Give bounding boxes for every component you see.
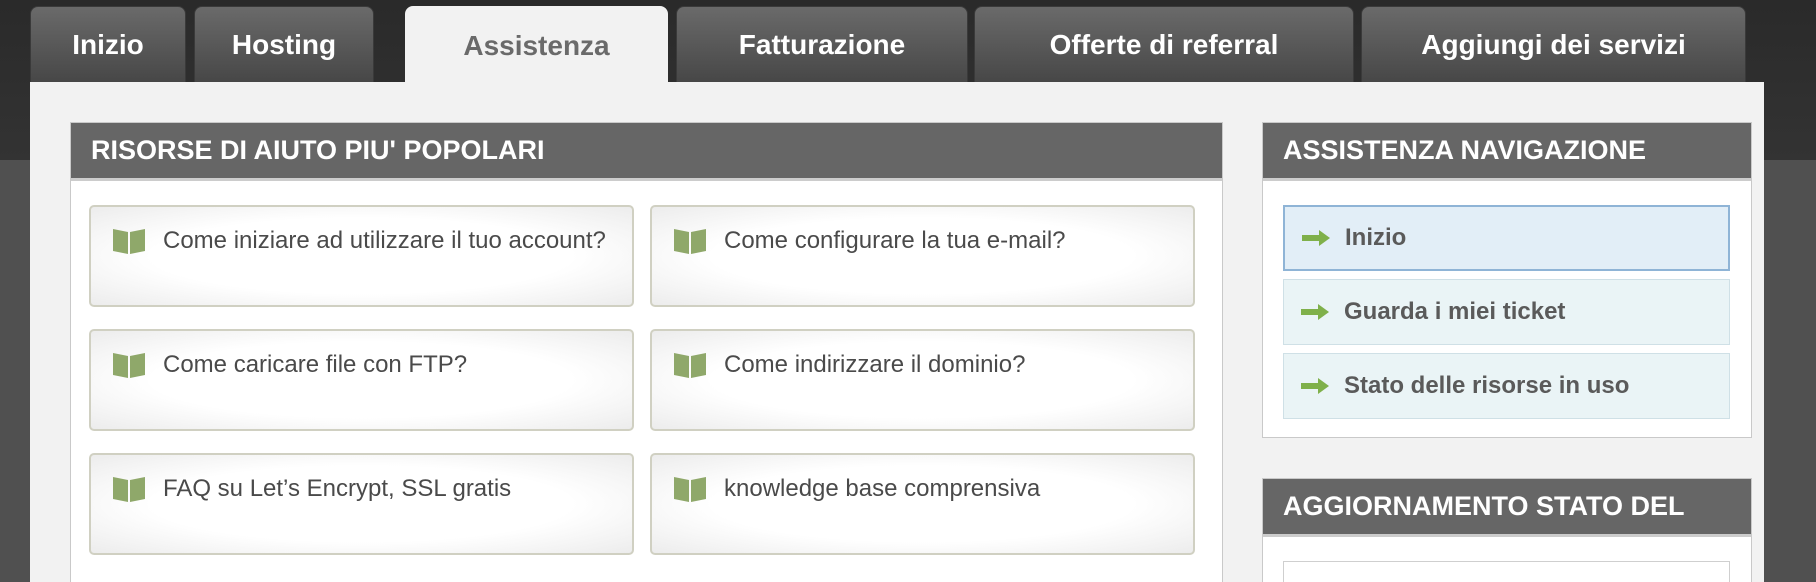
arrow-right-icon [1301,304,1329,320]
book-icon [113,477,145,502]
arrow-right-icon [1301,378,1329,394]
support-nav-home[interactable]: Inizio [1283,205,1730,271]
popular-resources-title: RISORSE DI AIUTO PIU' POPOLARI [71,123,1222,181]
tab-hosting[interactable]: Hosting [194,6,374,82]
resource-item[interactable]: Come configurare la tua e-mail? [650,205,1195,307]
support-nav-tickets[interactable]: Guarda i miei ticket [1283,279,1730,345]
tab-offerte-referral[interactable]: Offerte di referral [974,6,1354,82]
tab-fatturazione[interactable]: Fatturazione [676,6,968,82]
resource-item[interactable]: Come indirizzare il dominio? [650,329,1195,431]
tab-assistenza[interactable]: Assistenza [405,6,668,84]
content-panel: RISORSE DI AIUTO PIU' POPOLARI Come iniz… [30,82,1764,582]
resource-label: Come configurare la tua e-mail? [724,227,1066,254]
support-nav-label: Inizio [1345,224,1407,251]
support-nav-resource-status[interactable]: Stato delle risorse in uso [1283,353,1730,419]
support-nav-label: Stato delle risorse in uso [1344,372,1630,399]
status-update-title: AGGIORNAMENTO STATO DEL [1263,479,1751,537]
resource-label: FAQ su Let’s Encrypt, SSL gratis [163,475,512,502]
resource-label: Come iniziare ad utilizzare il tuo accou… [163,227,606,254]
book-icon [674,229,706,254]
book-icon [674,477,706,502]
support-nav-box: ASSISTENZA NAVIGAZIONE Inizio Guarda i m… [1262,122,1752,438]
tab-inizio[interactable]: Inizio [30,6,186,82]
resource-label: knowledge base comprensiva [724,475,1041,502]
resource-item[interactable]: Come caricare file con FTP? [89,329,634,431]
book-icon [674,353,706,378]
support-nav-label: Guarda i miei ticket [1344,298,1566,325]
book-icon [113,353,145,378]
book-icon [113,229,145,254]
tab-aggiungi-servizi[interactable]: Aggiungi dei servizi [1361,6,1746,82]
status-update-content [1283,561,1730,582]
resource-label: Come caricare file con FTP? [163,351,468,378]
resource-item[interactable]: knowledge base comprensiva [650,453,1195,555]
arrow-right-icon [1302,230,1330,246]
support-nav-title: ASSISTENZA NAVIGAZIONE [1263,123,1751,181]
status-update-box: AGGIORNAMENTO STATO DEL [1262,478,1752,582]
popular-resources-box: RISORSE DI AIUTO PIU' POPOLARI Come iniz… [70,122,1223,582]
resource-item[interactable]: FAQ su Let’s Encrypt, SSL gratis [89,453,634,555]
resource-item[interactable]: Come iniziare ad utilizzare il tuo accou… [89,205,634,307]
resource-label: Come indirizzare il dominio? [724,351,1026,378]
